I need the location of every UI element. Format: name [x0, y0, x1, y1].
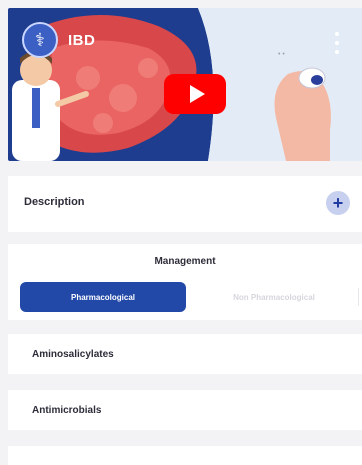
list-item[interactable] [8, 446, 362, 465]
video-title: IBD [68, 32, 96, 49]
management-title: Management [154, 256, 216, 267]
tab-non-pharmacological[interactable]: Non Pharmacological [194, 282, 354, 312]
tab-scroll-edge [358, 288, 362, 306]
tab-label: Non Pharmacological [233, 292, 315, 302]
list-item-antimicrobials[interactable]: Antimicrobials [8, 390, 362, 430]
stethoscope-icon: ⚕ [22, 22, 58, 58]
expand-symbol: + [332, 193, 344, 213]
video-thumbnail[interactable]: • • ⚕ IBD [8, 8, 362, 161]
list-item-label: Antimicrobials [32, 404, 102, 416]
list-item-label: Aminosalicylates [32, 348, 114, 360]
tab-pharmacological[interactable]: Pharmacological [20, 282, 186, 312]
play-icon [189, 85, 205, 103]
list-item-aminosalicylates[interactable]: Aminosalicylates [8, 334, 362, 374]
tab-label: Pharmacological [70, 292, 136, 302]
plus-icon[interactable]: + [326, 191, 350, 215]
play-button[interactable] [164, 74, 226, 114]
description-label: Description [24, 196, 85, 208]
kebab-menu-icon[interactable] [334, 32, 340, 54]
description-card[interactable]: Description + [8, 176, 362, 232]
svg-text:• •: • • [278, 51, 285, 58]
management-card: Management Pharmacological Non Pharmacol… [8, 244, 362, 320]
